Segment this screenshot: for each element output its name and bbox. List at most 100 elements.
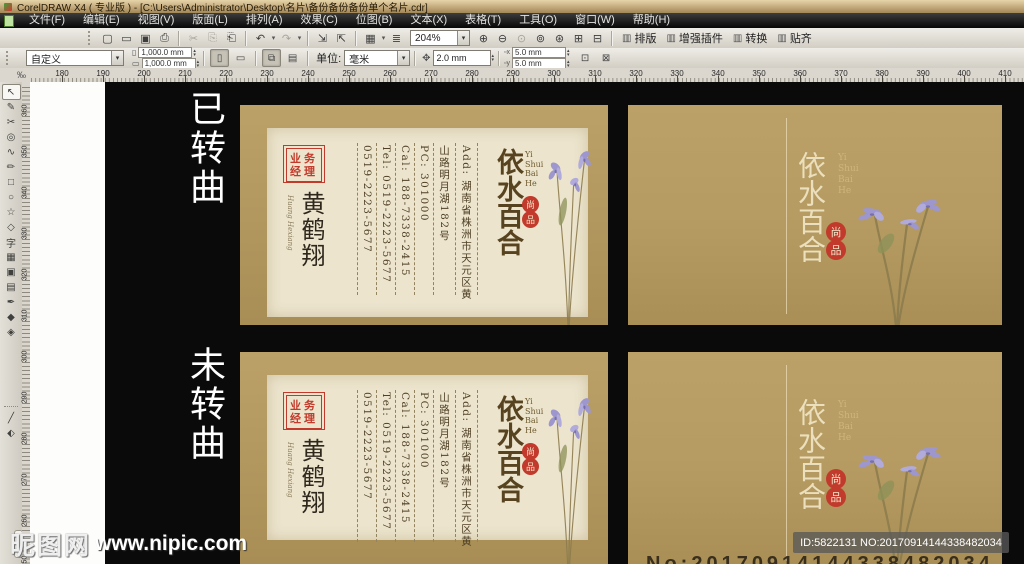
menu-item-6[interactable]: 效果(C)	[292, 13, 347, 28]
print-icon[interactable]: ⎙	[156, 30, 173, 46]
new-document-icon[interactable]: ▢	[99, 30, 116, 46]
pick-tool[interactable]: ↖	[1, 84, 21, 100]
all-pages-button[interactable]: ⧉	[262, 49, 282, 67]
job-title-stamp: 业务 经理	[283, 392, 325, 430]
chevron-down-icon[interactable]: ▾	[111, 51, 123, 65]
enhanced-plugins-button[interactable]: ▥ 增强插件	[666, 30, 722, 46]
toolbox-divider	[4, 406, 18, 407]
window-icon: ▥	[732, 32, 743, 44]
brand-pinyin: Yi Shui Bai He	[838, 153, 859, 196]
toolbar-separator	[178, 30, 180, 46]
business-card-back[interactable]: 依水百合 Yi Shui Bai He 尚 品	[628, 105, 1002, 325]
undo-dropdown-icon[interactable]: ▾	[270, 30, 277, 46]
duplicate-x-spinner[interactable]: ▴ ▾	[567, 48, 570, 57]
business-card-front[interactable]: 业务 经理 Huang Hexiang 黄鹤翔 0519-2223-5677 T…	[240, 105, 608, 325]
import-icon[interactable]: ⇲	[314, 30, 331, 46]
snap-button[interactable]: ▥ 贴齐	[777, 30, 811, 46]
nudge-field[interactable]: 2.0 mm	[432, 50, 491, 66]
crop-tool[interactable]: ✂	[3, 115, 20, 130]
table-tool[interactable]: ▦	[3, 250, 20, 265]
marquee-select-button[interactable]: ⊠	[597, 49, 616, 67]
undo-icon[interactable]: ↶	[252, 30, 269, 46]
menu-item-11[interactable]: 窗口(W)	[566, 13, 624, 28]
smart-fill-tool[interactable]: ✏	[3, 160, 20, 175]
export-icon[interactable]: ⇱	[333, 30, 350, 46]
paper-width-spinner[interactable]: ▴ ▾	[193, 48, 196, 57]
toolbar-separator	[355, 30, 357, 46]
business-card-front[interactable]: 业务 经理 Huang Hexiang 黄鹤翔 0519-2223-5677 T…	[240, 352, 608, 564]
property-bar: 自定义 ▾ ▯ 1,000.0 mm ▴ ▾ ▭ 1,000.0 mm ▴ ▾ ▯ …	[0, 47, 1024, 69]
outline-pen-tool[interactable]: ✒	[3, 295, 20, 310]
welcome-screen-icon[interactable]: ≣	[388, 30, 405, 46]
menu-item-9[interactable]: 表格(T)	[456, 13, 510, 28]
cut-icon[interactable]: ✂	[185, 30, 202, 46]
paste-icon[interactable]: ⎗	[223, 30, 240, 46]
application-launcher-icon[interactable]: ▦	[362, 30, 379, 46]
drawing-canvas[interactable]: 已转曲 未转曲 业务 经理 Huang Hexiang 黄鹤翔 0519-222…	[30, 82, 1024, 564]
blend-tool[interactable]: ▣	[3, 265, 20, 280]
menu-item-2[interactable]: 编辑(E)	[74, 13, 129, 28]
chevron-down-icon[interactable]: ▾	[457, 31, 469, 45]
ruler-scale-icon: ‰	[17, 70, 26, 80]
zoom-in-icon[interactable]: ⊕	[475, 30, 492, 46]
effects-tool[interactable]: ▤	[3, 280, 20, 295]
open-icon[interactable]: ▭	[118, 30, 135, 46]
zoom-actual-icon[interactable]: ⊙	[513, 30, 530, 46]
menu-item-1[interactable]: 文件(F)	[20, 13, 74, 28]
nudge-spinner[interactable]: ▴ ▾	[492, 54, 495, 63]
launcher-dropdown-icon[interactable]: ▾	[380, 30, 387, 46]
convert-button[interactable]: ▥ 转换	[733, 30, 767, 46]
duplicate-y-spinner[interactable]: ▴ ▾	[567, 59, 570, 68]
property-bar-grip[interactable]	[6, 51, 13, 65]
current-page-button[interactable]: ▤	[283, 49, 302, 67]
menu-item-10[interactable]: 工具(O)	[510, 13, 566, 28]
shape-tool[interactable]: ✎	[3, 100, 20, 115]
save-icon[interactable]: ▣	[137, 30, 154, 46]
zoom-width-icon[interactable]: ⊟	[589, 30, 606, 46]
zoom-all-icon[interactable]: ⊛	[551, 30, 568, 46]
polygon-tool[interactable]: ☆	[3, 205, 20, 220]
landscape-button[interactable]: ▭	[231, 49, 250, 67]
interactive-fill-tool[interactable]: ◈	[3, 325, 20, 340]
zoom-tool[interactable]: ◎	[3, 130, 20, 145]
tel-column: Tel: 0519-2223-5677	[376, 390, 395, 542]
row-label-converted: 已转曲	[184, 90, 225, 207]
typeset-button[interactable]: ▥ 排版	[622, 30, 656, 46]
color-eyedropper-tool[interactable]: ╱	[3, 411, 20, 426]
menu-item-7[interactable]: 位图(B)	[347, 13, 402, 28]
basic-shapes-tool[interactable]: ◇	[3, 220, 20, 235]
flower-image	[534, 147, 606, 325]
zoom-out-icon[interactable]: ⊖	[494, 30, 511, 46]
paint-bucket-tool[interactable]: ⬖	[3, 426, 20, 441]
rectangle-tool[interactable]: □	[3, 175, 20, 190]
duplicate-x-field[interactable]: 5.0 mm	[512, 47, 567, 58]
freehand-tool[interactable]: ∿	[3, 145, 20, 160]
treat-as-filled-button[interactable]: ⊡	[576, 49, 595, 67]
portrait-button[interactable]: ▯	[210, 49, 230, 67]
menu-item-12[interactable]: 帮助(H)	[624, 13, 679, 28]
horizontal-ruler[interactable]: ‰ 180 190 200 210 220 230 240 250 260 270 280 290 30…	[0, 68, 1024, 83]
zoom-page-icon[interactable]: ⊞	[570, 30, 587, 46]
page-area	[30, 82, 105, 564]
fill-tool[interactable]: ◆	[3, 310, 20, 325]
redo-icon[interactable]: ↷	[278, 30, 295, 46]
name-pinyin: Huang Hexiang	[286, 195, 294, 251]
zoom-level-combo[interactable]: 204% ▾	[410, 30, 470, 46]
phone-column: 0519-2223-5677	[357, 143, 376, 295]
text-tool[interactable]: 字	[3, 235, 20, 250]
menu-item-5[interactable]: 排列(A)	[237, 13, 292, 28]
menu-item-3[interactable]: 视图(V)	[129, 13, 184, 28]
chevron-down-icon[interactable]: ▾	[397, 51, 410, 65]
redo-dropdown-icon[interactable]: ▾	[296, 30, 303, 46]
paper-width-field[interactable]: 1,000.0 mm	[138, 47, 193, 58]
address-column-2: 山路明月湖182号	[433, 143, 455, 295]
copy-icon[interactable]: ⎘	[204, 30, 221, 46]
units-combo[interactable]: 毫米 ▾	[344, 50, 411, 66]
ellipse-tool[interactable]: ○	[3, 190, 20, 205]
paper-height-spinner[interactable]: ▴ ▾	[197, 59, 200, 68]
toolbar-grip[interactable]	[88, 31, 95, 45]
menu-item-4[interactable]: 版面(L)	[183, 13, 236, 28]
paper-preset-combo[interactable]: 自定义 ▾	[26, 50, 124, 66]
zoom-selected-icon[interactable]: ⊚	[532, 30, 549, 46]
menu-item-8[interactable]: 文本(X)	[401, 13, 456, 28]
